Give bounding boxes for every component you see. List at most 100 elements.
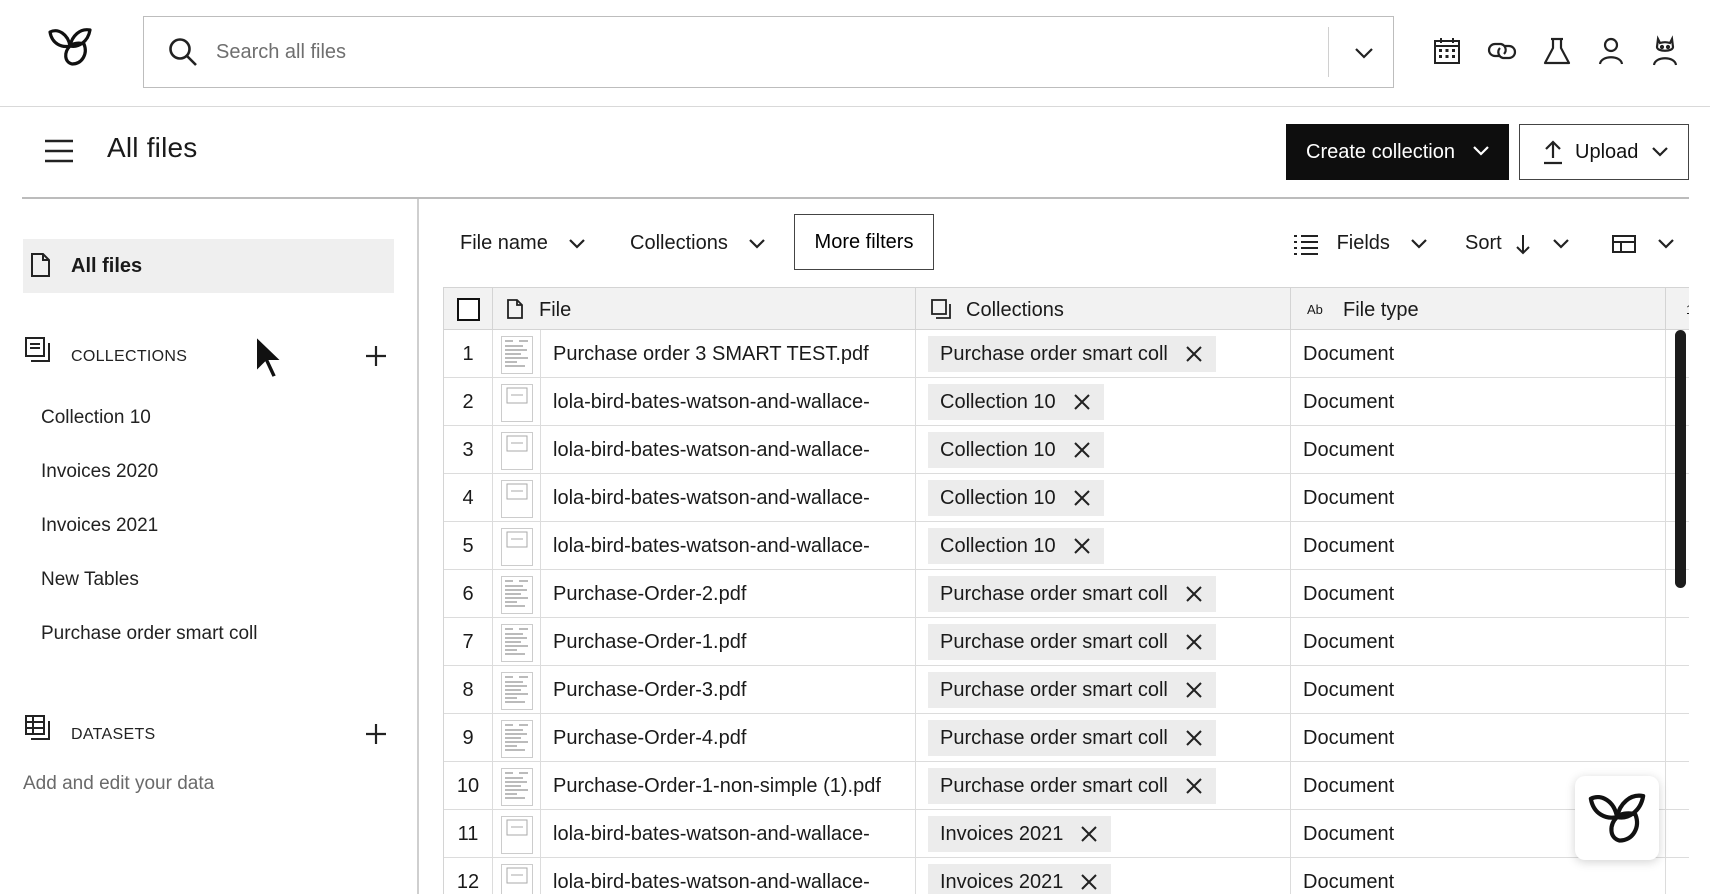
- calendar-icon[interactable]: [1430, 34, 1464, 68]
- file-thumbnail[interactable]: [493, 762, 541, 810]
- fields-button[interactable]: Fields: [1293, 232, 1429, 255]
- table-row[interactable]: 5 lola-bird-bates-watson-and-wallace- Coll…: [444, 522, 1689, 570]
- user-icon[interactable]: [1594, 34, 1628, 68]
- file-thumbnail[interactable]: [493, 330, 541, 378]
- upload-button[interactable]: Upload: [1519, 124, 1689, 180]
- file-name-cell[interactable]: Purchase-Order-2.pdf: [541, 570, 916, 618]
- collections-cell[interactable]: Collection 10: [916, 474, 1291, 522]
- add-dataset-icon[interactable]: [364, 722, 388, 746]
- collections-cell[interactable]: Collection 10: [916, 522, 1291, 570]
- remove-collection-icon[interactable]: [1185, 729, 1203, 747]
- file-name-cell[interactable]: lola-bird-bates-watson-and-wallace-: [541, 378, 916, 426]
- chevron-down-icon[interactable]: [1344, 37, 1384, 69]
- table-row[interactable]: 9 Purchase-Order-4.pdf Purchase order smar…: [444, 714, 1689, 762]
- sidebar-item-all-files[interactable]: All files: [23, 239, 394, 293]
- cat-user-icon[interactable]: [1648, 34, 1682, 68]
- header-file-type[interactable]: Ab File type: [1291, 288, 1666, 330]
- select-all-checkbox[interactable]: [457, 298, 480, 321]
- collection-chip[interactable]: Purchase order smart coll: [928, 576, 1216, 612]
- hamburger-menu-icon[interactable]: [42, 136, 76, 166]
- table-row[interactable]: 3 lola-bird-bates-watson-and-wallace- Coll…: [444, 426, 1689, 474]
- collections-filter[interactable]: Collections: [630, 232, 767, 255]
- collection-chip[interactable]: Purchase order smart coll: [928, 336, 1216, 372]
- file-thumbnail[interactable]: [493, 618, 541, 666]
- collections-cell[interactable]: Invoices 2021: [916, 810, 1291, 858]
- app-logo-icon[interactable]: [44, 24, 96, 68]
- remove-collection-icon[interactable]: [1073, 489, 1091, 507]
- table-row[interactable]: 6 Purchase-Order-2.pdf Purchase order smar…: [444, 570, 1689, 618]
- table-row[interactable]: 11 lola-bird-bates-watson-and-wallace- Inv…: [444, 810, 1689, 858]
- collection-chip[interactable]: Purchase order smart coll: [928, 768, 1216, 804]
- sidebar-item-collection[interactable]: Invoices 2020: [41, 461, 158, 483]
- remove-collection-icon[interactable]: [1185, 345, 1203, 363]
- table-row[interactable]: 4 lola-bird-bates-watson-and-wallace- Coll…: [444, 474, 1689, 522]
- collection-chip[interactable]: Purchase order smart coll: [928, 624, 1216, 660]
- assistant-button[interactable]: [1575, 776, 1659, 860]
- remove-collection-icon[interactable]: [1185, 777, 1203, 795]
- collections-cell[interactable]: Collection 10: [916, 378, 1291, 426]
- file-thumbnail[interactable]: [493, 666, 541, 714]
- file-thumbnail[interactable]: [493, 474, 541, 522]
- table-row[interactable]: 12 lola-bird-bates-watson-and-wallace- Inv…: [444, 858, 1689, 894]
- file-thumbnail[interactable]: [493, 570, 541, 618]
- file-name-cell[interactable]: Purchase order 3 SMART TEST.pdf: [541, 330, 916, 378]
- table-row[interactable]: 7 Purchase-Order-1.pdf Purchase order smar…: [444, 618, 1689, 666]
- remove-collection-icon[interactable]: [1073, 441, 1091, 459]
- remove-collection-icon[interactable]: [1185, 585, 1203, 603]
- sort-button[interactable]: Sort: [1465, 232, 1571, 255]
- collection-chip[interactable]: Invoices 2021: [928, 864, 1112, 894]
- collection-chip[interactable]: Invoices 2021: [928, 816, 1112, 852]
- table-row[interactable]: 10 Purchase-Order-1-non-simple (1).pdf Pur…: [444, 762, 1689, 810]
- file-thumbnail[interactable]: [493, 522, 541, 570]
- file-name-cell[interactable]: lola-bird-bates-watson-and-wallace-: [541, 810, 916, 858]
- search-input[interactable]: [216, 35, 1266, 69]
- collections-cell[interactable]: Purchase order smart coll: [916, 330, 1291, 378]
- collections-cell[interactable]: Purchase order smart coll: [916, 570, 1291, 618]
- sidebar-item-collection[interactable]: New Tables: [41, 569, 139, 591]
- file-name-cell[interactable]: Purchase-Order-4.pdf: [541, 714, 916, 762]
- collections-cell[interactable]: Invoices 2021: [916, 858, 1291, 894]
- remove-collection-icon[interactable]: [1073, 537, 1091, 555]
- vertical-scrollbar[interactable]: [1675, 330, 1686, 588]
- collection-chip[interactable]: Collection 10: [928, 528, 1104, 564]
- header-extra-column[interactable]: 12 Fi: [1666, 288, 1689, 330]
- collections-cell[interactable]: Purchase order smart coll: [916, 762, 1291, 810]
- remove-collection-icon[interactable]: [1185, 633, 1203, 651]
- sidebar-item-collection[interactable]: Collection 10: [41, 407, 151, 429]
- collection-chip[interactable]: Purchase order smart coll: [928, 720, 1216, 756]
- header-file[interactable]: File: [493, 288, 916, 330]
- file-thumbnail[interactable]: [493, 858, 541, 894]
- file-name-cell[interactable]: lola-bird-bates-watson-and-wallace-: [541, 426, 916, 474]
- file-name-cell[interactable]: lola-bird-bates-watson-and-wallace-: [541, 522, 916, 570]
- file-name-filter[interactable]: File name: [460, 232, 587, 255]
- collections-cell[interactable]: Purchase order smart coll: [916, 714, 1291, 762]
- remove-collection-icon[interactable]: [1073, 393, 1091, 411]
- collection-chip[interactable]: Collection 10: [928, 480, 1104, 516]
- file-thumbnail[interactable]: [493, 714, 541, 762]
- table-row[interactable]: 1 Purchase order 3 SMART TEST.pdf Purchase…: [444, 330, 1689, 378]
- collection-chip[interactable]: Purchase order smart coll: [928, 672, 1216, 708]
- table-row[interactable]: 2 lola-bird-bates-watson-and-wallace- Coll…: [444, 378, 1689, 426]
- header-collections[interactable]: Collections: [916, 288, 1291, 330]
- add-collection-icon[interactable]: [364, 344, 388, 368]
- file-name-cell[interactable]: Purchase-Order-3.pdf: [541, 666, 916, 714]
- file-thumbnail[interactable]: [493, 426, 541, 474]
- file-thumbnail[interactable]: [493, 810, 541, 858]
- view-mode-button[interactable]: [1612, 232, 1676, 255]
- file-thumbnail[interactable]: [493, 378, 541, 426]
- file-name-cell[interactable]: lola-bird-bates-watson-and-wallace-: [541, 474, 916, 522]
- create-collection-button[interactable]: Create collection: [1286, 124, 1509, 180]
- remove-collection-icon[interactable]: [1080, 825, 1098, 843]
- file-name-cell[interactable]: Purchase-Order-1.pdf: [541, 618, 916, 666]
- link-icon[interactable]: [1485, 34, 1519, 68]
- flask-icon[interactable]: [1540, 34, 1574, 68]
- sidebar-item-collection[interactable]: Invoices 2021: [41, 515, 158, 537]
- collections-cell[interactable]: Collection 10: [916, 426, 1291, 474]
- remove-collection-icon[interactable]: [1080, 873, 1098, 891]
- collections-cell[interactable]: Purchase order smart coll: [916, 618, 1291, 666]
- collections-cell[interactable]: Purchase order smart coll: [916, 666, 1291, 714]
- more-filters-button[interactable]: More filters: [794, 214, 934, 270]
- file-name-cell[interactable]: lola-bird-bates-watson-and-wallace-: [541, 858, 916, 894]
- sidebar-item-collection[interactable]: Purchase order smart coll: [41, 623, 257, 645]
- remove-collection-icon[interactable]: [1185, 681, 1203, 699]
